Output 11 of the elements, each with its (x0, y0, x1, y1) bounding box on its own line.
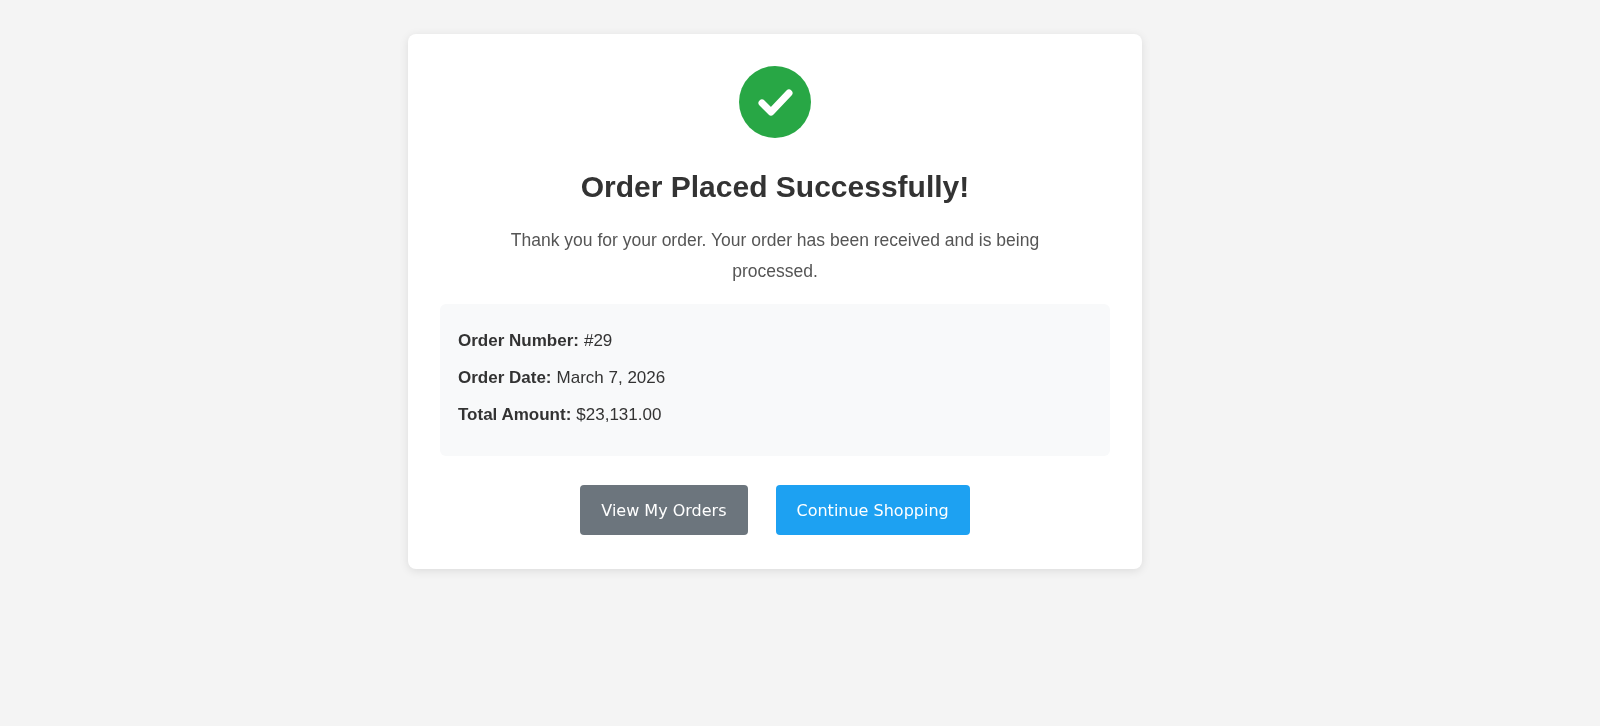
success-title: Order Placed Successfully! (579, 169, 971, 205)
continue-shopping-button[interactable]: Continue Shopping (775, 485, 970, 535)
detail-value: #29 (583, 331, 613, 350)
view-orders-button[interactable]: View My Orders (580, 485, 748, 535)
detail-value: $23,131.00 (576, 405, 662, 424)
detail-label: Total Amount: (458, 405, 572, 424)
detail-value: March 7, 2026 (556, 368, 666, 387)
detail-label: Order Number: (458, 331, 579, 350)
success-check-icon (739, 66, 811, 138)
confirmation-message: Thank you for your order. Your order has been received and is being processed. (509, 229, 1041, 283)
detail-label: Order Date: (458, 368, 552, 387)
